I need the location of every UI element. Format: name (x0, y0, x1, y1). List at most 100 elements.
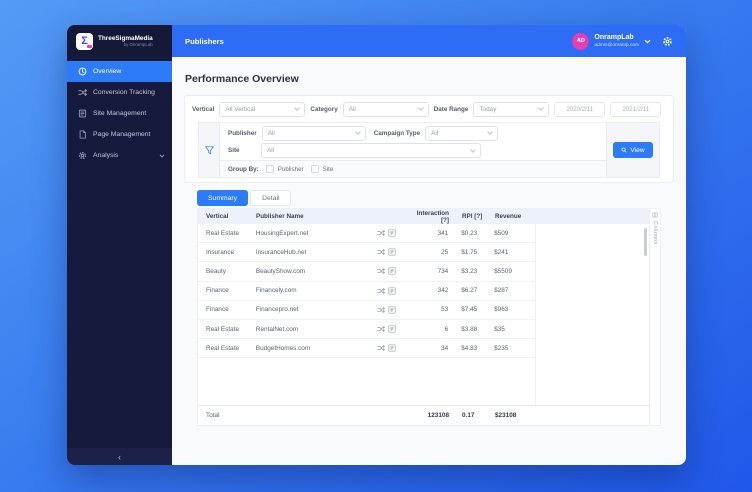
cell-revenue: $35 (494, 325, 505, 333)
page-icon (79, 130, 86, 139)
date-range-select[interactable]: Today (473, 101, 550, 117)
avatar[interactable]: AD (572, 32, 590, 50)
site-label: Site (228, 147, 240, 155)
columns-panel-toggle[interactable]: Columns (649, 209, 660, 425)
clock-icon (78, 67, 87, 76)
detail-square-icon[interactable] (388, 267, 397, 276)
app-window: Σ ThreeSigmaMedia by OnrampLab Overview … (67, 25, 686, 465)
sidebar-collapse-button[interactable]: ‹ (67, 448, 172, 465)
table-rows: Real Estate HousingExpert.net 341 $0.23 … (198, 224, 536, 406)
table-row: Insurance InsuranceHub.net 25 $1.75 $241 (198, 243, 535, 263)
cell-rpi: $3.23 (461, 267, 478, 275)
cell-revenue: $241 (494, 248, 509, 256)
cell-interaction: 342 (437, 287, 449, 295)
category-label: Category (310, 105, 338, 113)
date-from-input[interactable]: 2020/2/11 (554, 101, 606, 117)
campaign-type-value: All (431, 129, 439, 137)
cell-publisher: Financely.com (255, 287, 297, 295)
tab-detail[interactable]: Detail (250, 190, 292, 206)
group-by-label: Group By: (228, 165, 259, 173)
content: Performance Overview Vertical All Vertic… (172, 57, 686, 465)
date-range-label: Date Range (433, 105, 469, 113)
total-revenue: $23108 (495, 412, 517, 419)
cell-rpi: $7.45 (461, 306, 478, 314)
funnel-cell (199, 123, 219, 177)
vertical-scrollbar[interactable] (644, 228, 647, 256)
cell-revenue: $509 (494, 229, 509, 237)
site-select[interactable]: All (261, 143, 481, 159)
conversion-icon[interactable] (377, 248, 386, 256)
performance-table: Vertical Publisher Name Interaction [?] … (197, 208, 661, 426)
search-icon (621, 147, 627, 153)
date-to-input[interactable]: 2021/2/11 (610, 101, 662, 117)
view-button[interactable]: View (613, 142, 653, 158)
conversion-icon[interactable] (377, 267, 386, 275)
chevron-down-icon[interactable] (644, 38, 651, 45)
publisher-checkbox[interactable] (265, 165, 274, 174)
gear-icon[interactable] (662, 36, 673, 47)
tab-summary[interactable]: Summary (197, 190, 249, 206)
detail-square-icon[interactable] (388, 287, 397, 295)
conversion-icon[interactable] (377, 229, 386, 237)
detail-square-icon[interactable] (388, 248, 397, 256)
cell-revenue: $287 (494, 287, 509, 295)
account-email: admin@onramp.com (594, 42, 639, 48)
table-row: Finance Financepro.net 53 $7.45 $963 (198, 301, 535, 320)
chevron-down-icon (294, 105, 301, 111)
group-by-row: Group By: Publisher Site (220, 160, 606, 177)
vertical-value: All Vertical (225, 105, 256, 113)
cell-vertical: Finance (206, 306, 229, 314)
sidebar-item-label: Analysis (93, 152, 119, 159)
cell-interaction: 53 (441, 306, 449, 314)
detail-square-icon[interactable] (388, 325, 397, 333)
cell-revenue: $235 (494, 344, 509, 352)
cell-interaction: 734 (437, 267, 449, 275)
sidebar-nav: Overview Conversion Tracking Site Manage… (67, 57, 172, 448)
cell-actions (377, 325, 407, 333)
cell-interaction: 34 (441, 344, 449, 352)
cell-rpi: $6.27 (461, 287, 478, 295)
table-total-row: Total 123108 0.17 $23108 (198, 405, 660, 425)
brand-logo: Σ (76, 32, 93, 50)
sidebar-item-overview[interactable]: Overview (67, 61, 172, 82)
tabs: Summary Detail (197, 190, 674, 206)
publisher-select[interactable]: All (261, 125, 366, 141)
conversion-icon[interactable] (377, 287, 386, 295)
sidebar-item-conversion-tracking[interactable]: Conversion Tracking (67, 82, 172, 103)
brand-name: ThreeSigmaMedia (98, 34, 153, 42)
category-select[interactable]: All (342, 101, 429, 117)
sidebar-item-page-management[interactable]: Page Management (67, 124, 172, 145)
cell-vertical: Real Estate (206, 229, 240, 237)
account-menu[interactable]: AD OnrampLab admin@onramp.com (572, 32, 673, 50)
conversion-icon[interactable] (377, 325, 386, 333)
publisher-checkbox-label: Publisher (277, 165, 304, 173)
conversion-icon[interactable] (377, 344, 386, 352)
gear-icon (78, 151, 87, 160)
logo-accent-dot (87, 44, 92, 48)
campaign-type-select[interactable]: All (425, 125, 499, 141)
filter-row-publisher: Publisher All Campaign Type All (220, 123, 606, 142)
cell-rpi: $3.88 (461, 325, 478, 333)
cell-actions (377, 248, 407, 256)
sidebar-item-site-management[interactable]: Site Management (67, 103, 172, 124)
columns-grid-icon (652, 212, 658, 218)
table-row: Finance Financely.com 342 $6.27 $287 (198, 282, 535, 301)
funnel-icon (204, 145, 214, 154)
cell-publisher: RentalNet.com (255, 325, 299, 333)
cell-rpi: $1.75 (461, 248, 478, 256)
table-row: Real Estate BudgetHomes.com 34 $4.83 $23… (198, 339, 535, 359)
sidebar-item-analysis[interactable]: Analysis (67, 145, 172, 166)
cell-rpi: $4.83 (461, 344, 478, 352)
site-checkbox[interactable] (310, 165, 319, 174)
table-body: Real Estate HousingExpert.net 341 $0.23 … (198, 224, 660, 406)
detail-square-icon[interactable] (388, 344, 397, 352)
table-row: Beauty BeautyShow.com 734 $3.23 $5509 (198, 262, 535, 282)
cell-actions (377, 306, 407, 314)
cell-vertical: Finance (206, 287, 229, 295)
detail-square-icon[interactable] (388, 306, 397, 314)
cell-publisher: InsuranceHub.net (255, 248, 307, 256)
conversion-icon[interactable] (377, 306, 386, 314)
table-header-row: Vertical Publisher Name Interaction [?] … (198, 209, 660, 224)
detail-square-icon[interactable] (388, 229, 397, 237)
vertical-select[interactable]: All Vertical (219, 101, 306, 117)
